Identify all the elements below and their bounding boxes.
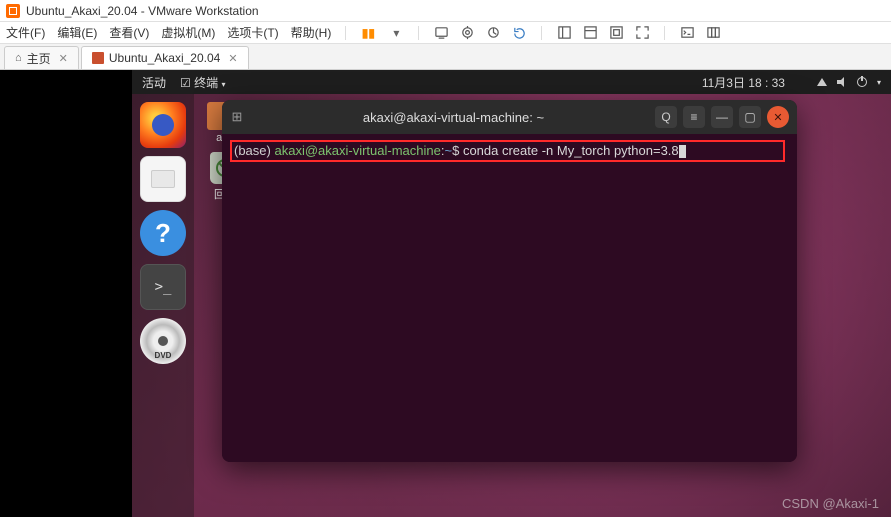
prompt-env: (base) xyxy=(234,143,271,158)
search-icon: Q xyxy=(661,110,670,124)
search-button[interactable]: Q xyxy=(655,106,677,128)
dock-files[interactable] xyxy=(140,156,186,202)
sound-icon[interactable] xyxy=(837,77,847,87)
menu-button[interactable]: ≡ xyxy=(683,106,705,128)
app-menu[interactable]: ☑ 终端 ▾ xyxy=(180,74,225,91)
menu-file[interactable]: 文件(F) xyxy=(6,24,45,41)
tab-vm-label: Ubuntu_Akaxi_20.04 xyxy=(109,51,220,65)
menu-vm[interactable]: 虚拟机(M) xyxy=(161,24,215,41)
maximize-icon: ▢ xyxy=(744,110,755,124)
dock-help[interactable]: ? xyxy=(140,210,186,256)
close-button[interactable]: ✕ xyxy=(767,106,789,128)
home-icon: ⌂ xyxy=(15,52,22,64)
help-icon: ? xyxy=(155,218,171,249)
dock-dvd[interactable]: DVD xyxy=(140,318,186,364)
new-tab-button[interactable]: ⊞ xyxy=(222,109,252,125)
terminal-body[interactable]: (base) akaxi@akaxi-virtual-machine:~$ co… xyxy=(222,134,797,462)
unity-icon[interactable] xyxy=(608,25,624,41)
dropdown-icon[interactable]: ▾ xyxy=(388,25,404,41)
vmware-menubar: 文件(F) 编辑(E) 查看(V) 虚拟机(M) 选项卡(T) 帮助(H) ▮▮… xyxy=(0,22,891,44)
close-icon[interactable]: ✕ xyxy=(59,52,68,65)
close-icon[interactable]: ✕ xyxy=(228,52,237,65)
dvd-icon: DVD xyxy=(155,351,172,360)
tab-vm[interactable]: Ubuntu_Akaxi_20.04 ✕ xyxy=(81,46,249,69)
menu-edit[interactable]: 编辑(E) xyxy=(57,24,97,41)
menu-view[interactable]: 查看(V) xyxy=(109,24,149,41)
send-ctrl-alt-del-icon[interactable] xyxy=(433,25,449,41)
watermark: CSDN @Akaxi-1 xyxy=(782,496,879,511)
firefox-icon xyxy=(152,114,174,136)
hamburger-icon: ≡ xyxy=(690,110,697,124)
vmware-tabbar: ⌂ 主页 ✕ Ubuntu_Akaxi_20.04 ✕ xyxy=(0,44,891,70)
vmware-logo-icon xyxy=(6,4,20,18)
fullscreen-icon[interactable] xyxy=(634,25,650,41)
menu-tabs[interactable]: 选项卡(T) xyxy=(227,24,278,41)
prompt-path: ~ xyxy=(444,143,452,158)
close-icon: ✕ xyxy=(773,111,782,124)
vmware-titlebar: Ubuntu_Akaxi_20.04 - VMware Workstation xyxy=(0,0,891,22)
command-text: conda create -n My_torch python=3.8 xyxy=(463,143,679,158)
layout1-icon[interactable] xyxy=(556,25,572,41)
dock-terminal[interactable]: >_ xyxy=(140,264,186,310)
snapshot-manager-icon[interactable] xyxy=(485,25,501,41)
revert-icon[interactable] xyxy=(511,25,527,41)
vm-viewport: 活动 ☑ 终端 ▾ 11月3日 18 : 33 ▾ ? >_ DVD xyxy=(0,70,891,517)
datetime[interactable]: 11月3日 18 : 33 xyxy=(702,74,785,91)
terminal-titlebar[interactable]: ⊞ akaxi@akaxi-virtual-machine: ~ Q ≡ ― ▢… xyxy=(222,100,797,134)
dock-firefox[interactable] xyxy=(140,102,186,148)
minimize-icon: ― xyxy=(716,110,728,124)
pause-icon[interactable]: ▮▮ xyxy=(360,25,376,41)
ubuntu-topbar: 活动 ☑ 终端 ▾ 11月3日 18 : 33 ▾ xyxy=(132,70,891,94)
terminal-title: akaxi@akaxi-virtual-machine: ~ xyxy=(252,110,655,125)
power-icon[interactable] xyxy=(857,77,867,87)
terminal-icon: >_ xyxy=(155,279,172,295)
terminal-window[interactable]: ⊞ akaxi@akaxi-virtual-machine: ~ Q ≡ ― ▢… xyxy=(222,100,797,462)
files-icon xyxy=(151,170,175,188)
system-menu-dropdown-icon[interactable]: ▾ xyxy=(877,78,881,87)
snapshot-icon[interactable] xyxy=(459,25,475,41)
ubuntu-dock: ? >_ DVD xyxy=(132,94,194,517)
network-icon[interactable] xyxy=(817,78,827,86)
minimize-button[interactable]: ― xyxy=(711,106,733,128)
library-icon[interactable] xyxy=(705,25,721,41)
maximize-button[interactable]: ▢ xyxy=(739,106,761,128)
layout2-icon[interactable] xyxy=(582,25,598,41)
prompt-user: akaxi@akaxi-virtual-machine xyxy=(274,143,440,158)
console-icon[interactable] xyxy=(679,25,695,41)
tab-home-label: 主页 xyxy=(27,50,51,67)
window-title: Ubuntu_Akaxi_20.04 - VMware Workstation xyxy=(26,4,259,18)
command-highlight-box: (base) akaxi@akaxi-virtual-machine:~$ co… xyxy=(230,140,785,162)
cursor xyxy=(679,145,686,158)
activities-button[interactable]: 活动 xyxy=(142,74,166,91)
menu-help[interactable]: 帮助(H) xyxy=(291,24,332,41)
vm-letterbox-left xyxy=(0,70,132,517)
tab-home[interactable]: ⌂ 主页 ✕ xyxy=(4,46,79,69)
ubuntu-desktop[interactable]: 活动 ☑ 终端 ▾ 11月3日 18 : 33 ▾ ? >_ DVD xyxy=(132,70,891,517)
vm-cube-icon xyxy=(92,52,104,64)
